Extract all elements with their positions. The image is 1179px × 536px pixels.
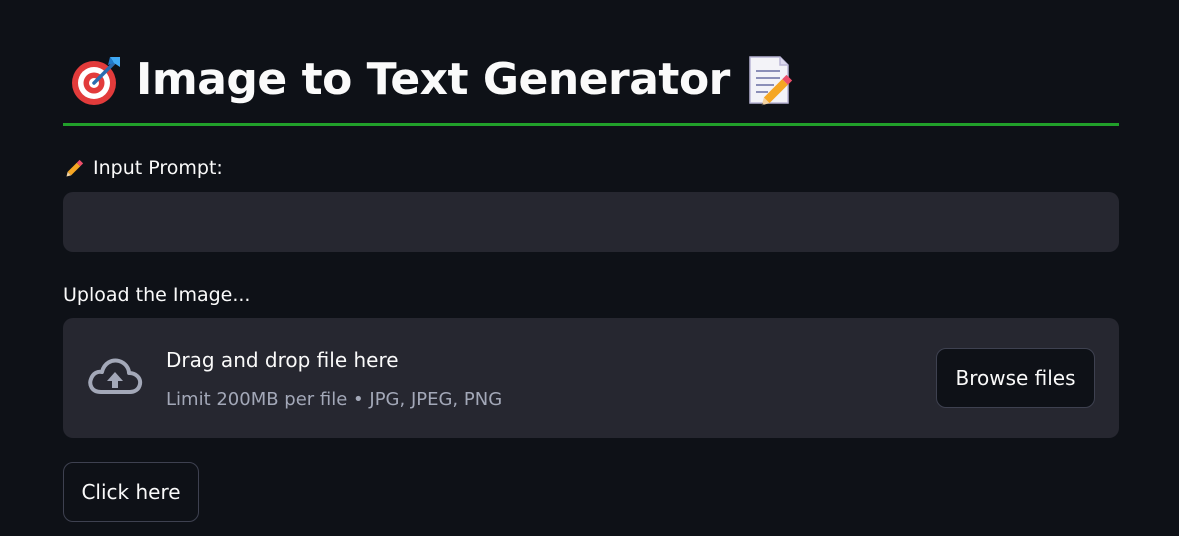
app-page: Image to Text Generator Input Prompt: Up…: [0, 0, 1179, 536]
memo-pencil-icon: [749, 56, 793, 106]
submit-button[interactable]: Click here: [63, 462, 199, 522]
cloud-upload-icon: [88, 358, 143, 394]
title-divider: [63, 123, 1119, 126]
upload-label: Upload the Image...: [63, 284, 250, 306]
upload-label-text: Upload the Image...: [63, 284, 251, 306]
file-dropzone[interactable]: Drag and drop file here Limit 200MB per …: [63, 318, 1119, 438]
dropzone-subtitle: Limit 200MB per file • JPG, JPEG, PNG: [166, 389, 503, 410]
browse-files-button[interactable]: Browse files: [936, 348, 1095, 408]
prompt-input[interactable]: [63, 192, 1119, 252]
page-title: Image to Text Generator: [136, 54, 730, 105]
pencil-icon: [66, 159, 84, 177]
prompt-label: Input Prompt:: [63, 156, 223, 180]
dart-target-icon: [72, 57, 120, 105]
dropzone-title: Drag and drop file here: [166, 348, 399, 372]
page-title-row: Image to Text Generator: [70, 46, 798, 114]
prompt-label-text: Input Prompt:: [93, 157, 223, 179]
